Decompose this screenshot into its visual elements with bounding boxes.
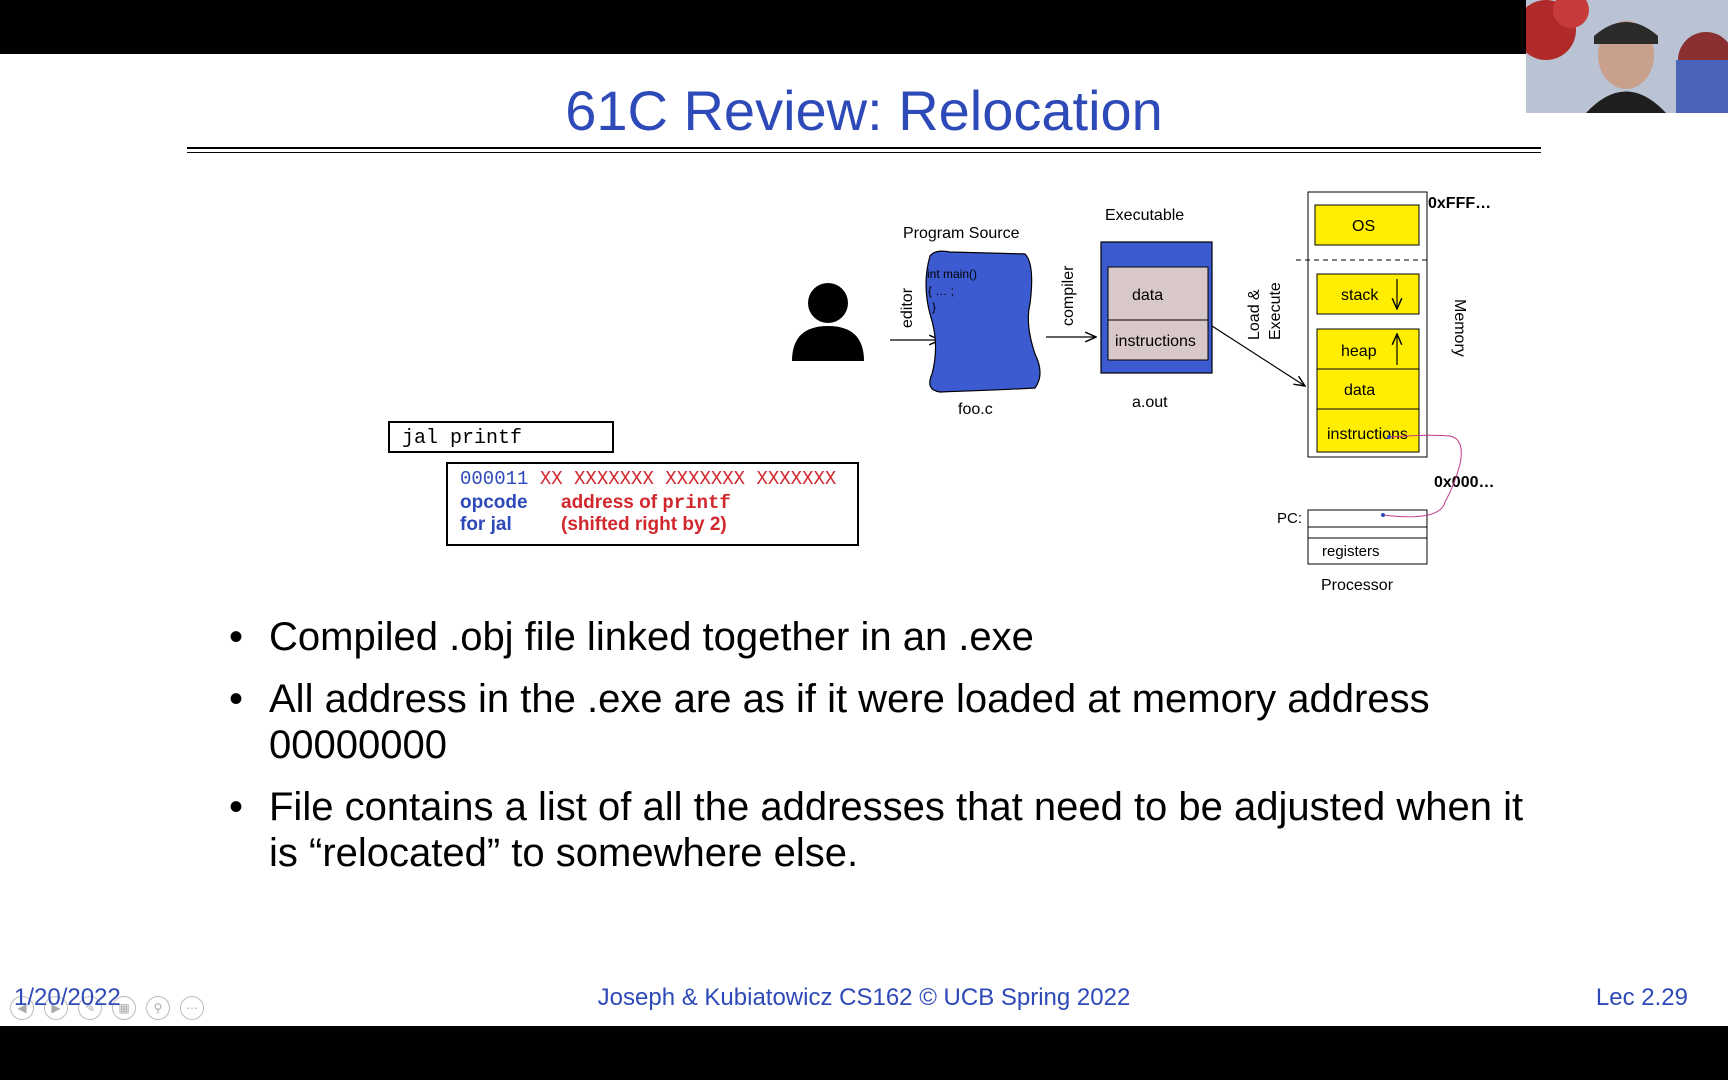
bullet-item: • File contains a list of all the address… xyxy=(229,785,1524,875)
processor-label: Processor xyxy=(1321,577,1394,594)
addr-high-label: 0xFFF… xyxy=(1428,195,1491,212)
person-icon xyxy=(792,283,864,361)
source-line-3: } xyxy=(932,300,936,314)
editor-label: editor xyxy=(899,287,916,328)
encoding-bits: 000011 XX XXXXXXX XXXXXXX XXXXXXX xyxy=(460,468,836,490)
load-label: Load & xyxy=(1246,289,1263,340)
memory-instructions-label: instructions xyxy=(1327,426,1408,443)
exe-instructions-label: instructions xyxy=(1115,333,1196,350)
compiler-label: compiler xyxy=(1060,265,1077,326)
register-row xyxy=(1307,526,1428,539)
pc-label: PC: xyxy=(1277,510,1302,527)
footer-lecture-number: Lec 2.29 xyxy=(1595,984,1688,1011)
footer-course: Joseph & Kubiatowicz CS162 © UCB Spring … xyxy=(597,984,1131,1011)
foo-c-label: foo.c xyxy=(958,401,993,418)
slide: 61C Review: Relocation editor Program So… xyxy=(0,54,1728,1026)
execute-label: Execute xyxy=(1267,282,1284,340)
stack-label: stack xyxy=(1341,287,1379,304)
os-label: OS xyxy=(1352,218,1375,235)
addr-low-label: 0x000… xyxy=(1434,474,1495,491)
executable-label: Executable xyxy=(1105,207,1184,224)
bullet-item: • Compiled .obj file linked together in a… xyxy=(229,615,1034,659)
bullet-list: • Compiled .obj file linked together in a… xyxy=(225,614,1525,892)
exe-data-label: data xyxy=(1132,287,1163,304)
heap-label: heap xyxy=(1341,343,1377,360)
address-label: address of printf (shifted right by 2) xyxy=(561,492,731,535)
pc-register xyxy=(1307,509,1428,528)
a-out-label: a.out xyxy=(1132,394,1168,411)
webcam-thumbnail xyxy=(1526,0,1728,113)
jal-instruction-box: jal printf xyxy=(388,421,614,453)
memory-data-label: data xyxy=(1344,382,1375,399)
bullet-item: • All address in the .exe are as if it we… xyxy=(229,677,1430,767)
source-line-2: { … ; xyxy=(928,284,954,298)
address-bits: XX XXXXXXX XXXXXXX XXXXXXX xyxy=(539,468,837,490)
jal-encoding-box: 000011 XX XXXXXXX XXXXXXX XXXXXXX opcode… xyxy=(446,462,859,546)
opcode-bits: 000011 xyxy=(460,468,529,490)
source-line-1: int main() xyxy=(927,267,977,281)
presenter-video-icon xyxy=(1526,0,1728,113)
program-source-label: Program Source xyxy=(903,225,1020,242)
memory-label: Memory xyxy=(1451,299,1468,357)
opcode-label: opcode for jal xyxy=(460,492,528,535)
registers-label: registers xyxy=(1322,543,1380,560)
